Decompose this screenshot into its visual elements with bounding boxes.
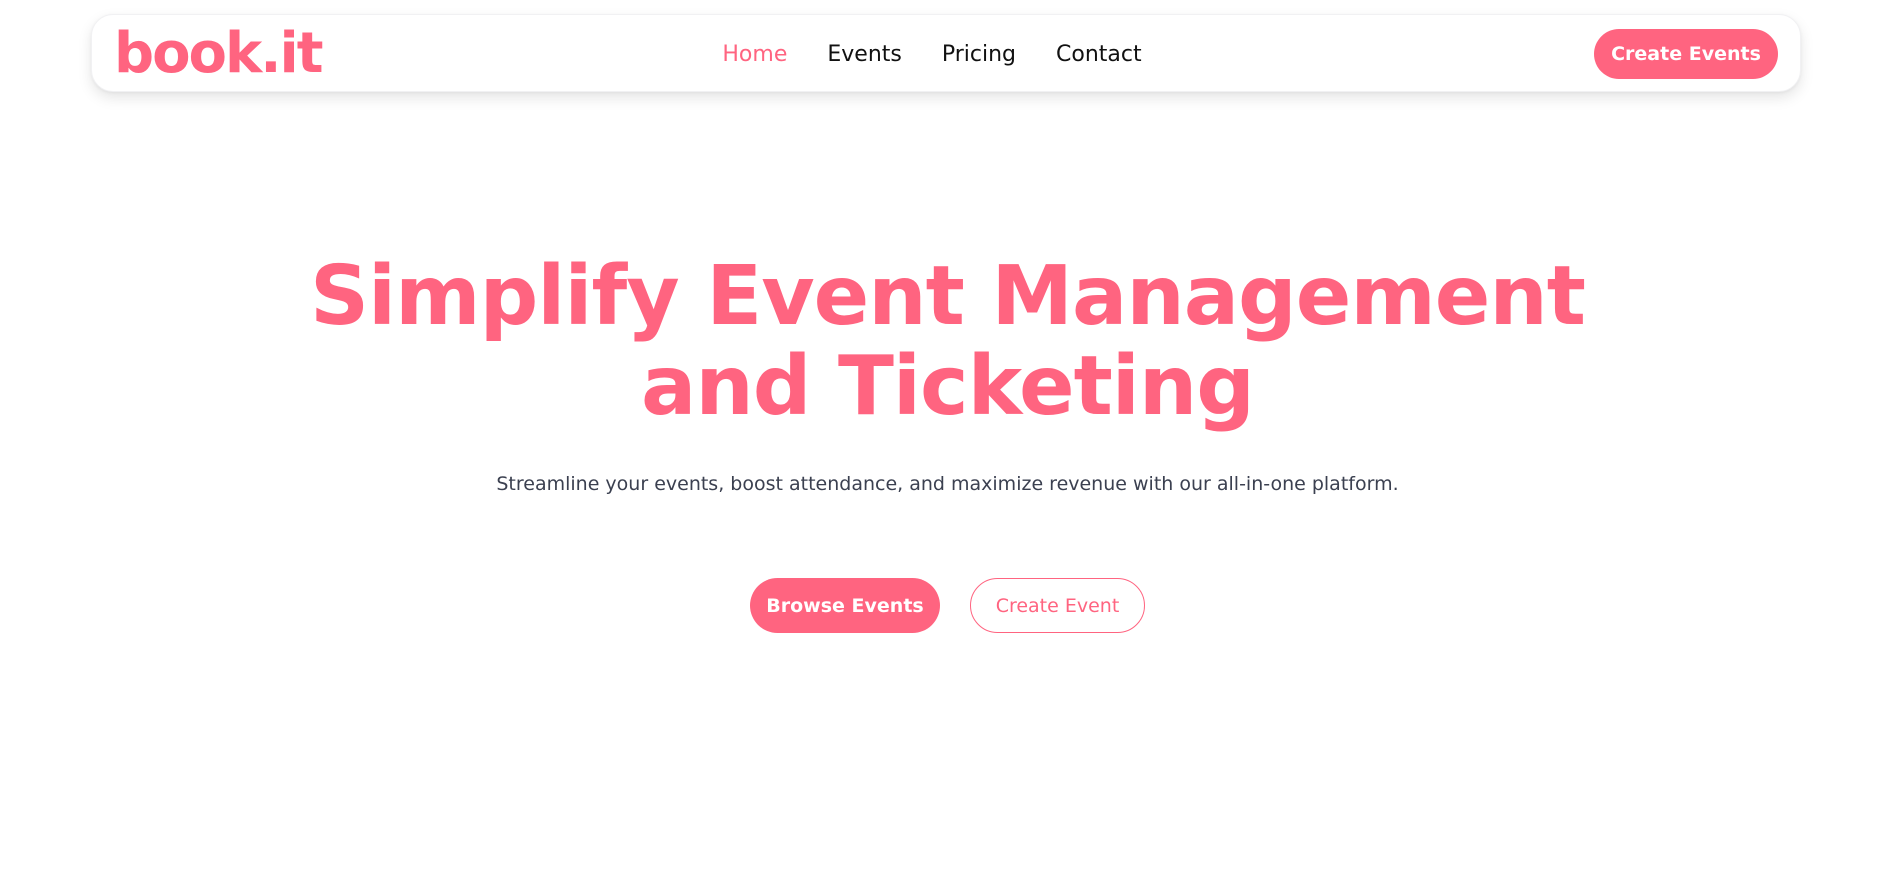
navbar: book.it Home Events Pricing Contact Crea…	[91, 14, 1801, 92]
logo[interactable]: book.it	[114, 19, 324, 89]
nav-item-events[interactable]: Events	[827, 42, 902, 67]
hero-title-line-2: and Ticketing	[641, 339, 1255, 434]
nav-item-home[interactable]: Home	[722, 42, 787, 67]
hero-subtitle: Streamline your events, boost attendance…	[496, 473, 1399, 495]
create-event-button[interactable]: Create Event	[970, 578, 1145, 633]
hero-title: Simplify Event Management and Ticketing	[0, 252, 1895, 432]
hero-title-line-1: Simplify Event Management	[310, 249, 1586, 344]
hero-actions: Browse Events Create Event	[0, 578, 1895, 633]
browse-events-button[interactable]: Browse Events	[750, 578, 940, 633]
nav-item-pricing[interactable]: Pricing	[942, 42, 1016, 67]
nav-links: Home Events Pricing Contact	[92, 15, 1802, 93]
nav-item-contact[interactable]: Contact	[1056, 42, 1142, 67]
create-events-button[interactable]: Create Events	[1594, 29, 1778, 79]
